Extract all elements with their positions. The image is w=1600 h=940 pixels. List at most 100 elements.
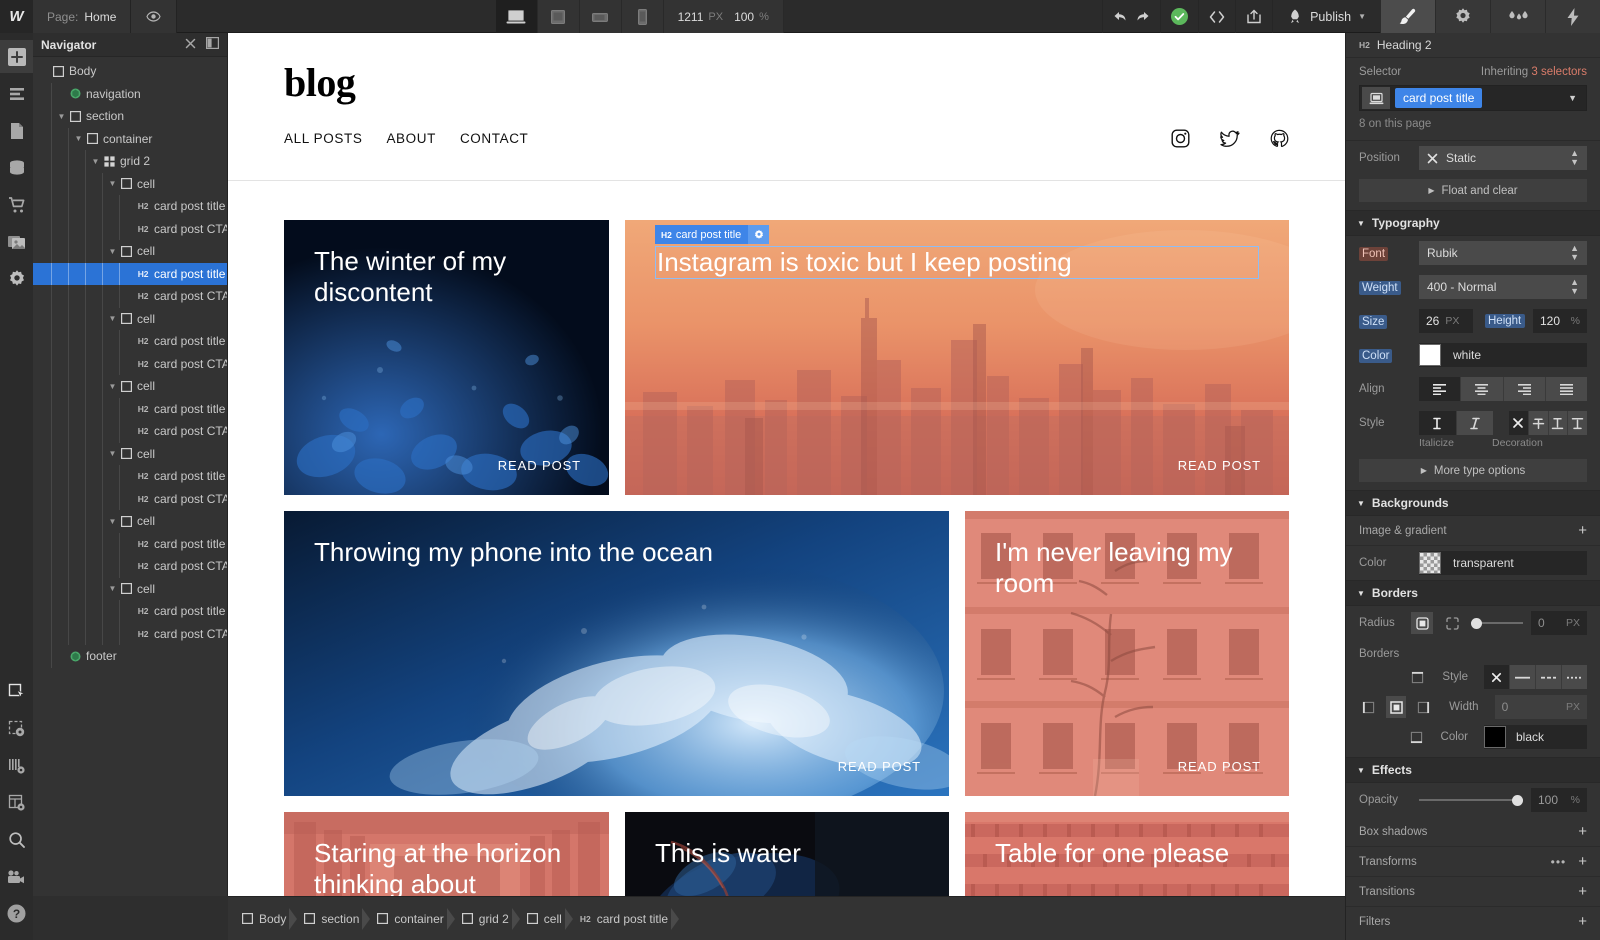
rail-audit[interactable]: [0, 749, 33, 782]
italic-button[interactable]: [1457, 411, 1494, 435]
rail-search[interactable]: [0, 823, 33, 856]
plus-icon[interactable]: +: [1578, 854, 1587, 869]
navigator-node-footer[interactable]: footer: [33, 645, 227, 668]
breadcrumb-item-cell[interactable]: cell: [519, 907, 572, 931]
bg-color-field[interactable]: transparent: [1419, 551, 1587, 575]
caret-down-icon[interactable]: ▼: [73, 134, 84, 143]
border-style-solid-button[interactable]: [1510, 665, 1536, 689]
border-style-none-button[interactable]: [1484, 665, 1510, 689]
navigator-node-card-post-title[interactable]: H2card post title: [33, 600, 227, 623]
rail-preview[interactable]: [0, 712, 33, 745]
blog-card[interactable]: Throwing my phone into the ocean READ PO…: [284, 511, 949, 796]
nav-link-contact[interactable]: CONTACT: [460, 131, 528, 146]
typography-section-header[interactable]: ▼ Typography: [1346, 210, 1600, 236]
card-title[interactable]: Staring at the horizon thinking about: [314, 838, 579, 896]
border-style-dotted-button[interactable]: [1562, 665, 1587, 689]
updown-arrows-icon[interactable]: ▲▼: [1570, 244, 1579, 262]
viewport-size-display[interactable]: 1211 PX 100 %: [664, 0, 784, 33]
navigator-node-cell[interactable]: ▼cell: [33, 510, 227, 533]
viewport-mobile-portrait-button[interactable]: [622, 0, 664, 33]
border-top-icon[interactable]: [1409, 666, 1426, 688]
rail-assets[interactable]: [0, 225, 33, 258]
instagram-icon[interactable]: [1171, 129, 1190, 151]
position-select[interactable]: Static ▲▼: [1419, 146, 1587, 170]
card-cta[interactable]: READ POST: [838, 759, 921, 774]
twitter-icon[interactable]: [1220, 130, 1240, 151]
viewport-mobile-landscape-button[interactable]: [580, 0, 622, 33]
save-status-indicator[interactable]: [1160, 0, 1198, 33]
card-cta[interactable]: READ POST: [1178, 759, 1261, 774]
weight-select[interactable]: 400 - Normal ▲▼: [1419, 275, 1587, 299]
border-color-field[interactable]: black: [1484, 725, 1587, 749]
blog-card-selected[interactable]: H2 card post title Instagram is toxic bu…: [625, 220, 1289, 495]
caret-down-icon[interactable]: ▼: [107, 179, 118, 188]
preview-toggle-button[interactable]: [131, 0, 177, 33]
caret-down-icon[interactable]: ▼: [107, 449, 118, 458]
navigator-node-cell[interactable]: ▼cell: [33, 443, 227, 466]
selection-badge[interactable]: H2 card post title: [655, 225, 769, 244]
plus-icon[interactable]: +: [1578, 914, 1587, 929]
color-swatch[interactable]: [1419, 552, 1441, 574]
card-title[interactable]: This is water: [655, 838, 919, 869]
rail-select-tool[interactable]: [0, 675, 33, 708]
upright-button[interactable]: [1419, 411, 1457, 435]
breadcrumb-item-section[interactable]: section: [296, 907, 369, 931]
rail-guides[interactable]: [0, 786, 33, 819]
navigator-node-card-post-title[interactable]: H2card post title: [33, 465, 227, 488]
card-title[interactable]: Instagram is toxic but I keep posting: [655, 246, 1259, 279]
navigator-node-card-post-title[interactable]: H2card post title: [33, 330, 227, 353]
navigator-node-card-post-CTA[interactable]: H2card post CTA: [33, 488, 227, 511]
plus-icon[interactable]: +: [1578, 824, 1587, 839]
align-left-button[interactable]: [1419, 377, 1461, 401]
font-size-input[interactable]: 26 PX: [1419, 309, 1473, 333]
breadcrumb-item-container[interactable]: container: [369, 907, 453, 931]
card-title[interactable]: I'm never leaving my room: [995, 537, 1259, 599]
navigator-node-cell[interactable]: ▼cell: [33, 308, 227, 331]
navigator-node-cell[interactable]: ▼cell: [33, 173, 227, 196]
navigator-node-navigation[interactable]: navigation: [33, 83, 227, 106]
backgrounds-section-header[interactable]: ▼ Backgrounds: [1346, 490, 1600, 516]
viewport-desktop-button[interactable]: [496, 0, 538, 33]
navigator-node-Body[interactable]: Body: [33, 60, 227, 83]
navigator-node-cell[interactable]: ▼cell: [33, 578, 227, 601]
transforms-row[interactable]: Transforms ••• +: [1346, 847, 1600, 877]
align-center-button[interactable]: [1461, 377, 1503, 401]
line-height-input[interactable]: 120 %: [1533, 309, 1587, 333]
navigator-node-section[interactable]: ▼section: [33, 105, 227, 128]
radius-all-icon[interactable]: [1411, 612, 1433, 634]
tab-effects[interactable]: [1545, 0, 1600, 33]
undo-redo-group[interactable]: [1102, 0, 1160, 33]
rail-cms[interactable]: [0, 151, 33, 184]
selector-class-tag[interactable]: card post title: [1395, 88, 1482, 108]
gear-icon[interactable]: [748, 225, 769, 244]
borders-section-header[interactable]: ▼ Borders: [1346, 580, 1600, 606]
caret-down-icon[interactable]: ▼: [56, 112, 67, 121]
effects-section-header[interactable]: ▼ Effects: [1346, 757, 1600, 783]
navigator-node-card-post-CTA[interactable]: H2card post CTA: [33, 285, 227, 308]
close-icon[interactable]: [185, 38, 196, 52]
border-all-icon[interactable]: [1386, 696, 1405, 718]
navigator-node-cell[interactable]: ▼cell: [33, 240, 227, 263]
navigator-node-card-post-CTA[interactable]: H2card post CTA: [33, 353, 227, 376]
radius-individual-icon[interactable]: [1441, 612, 1463, 634]
rail-project-settings[interactable]: [0, 262, 33, 295]
x-icon[interactable]: [1427, 153, 1438, 164]
navigator-tree[interactable]: Bodynavigation▼section▼container▼grid 2▼…: [33, 57, 227, 896]
github-icon[interactable]: [1270, 129, 1289, 151]
color-swatch[interactable]: [1419, 344, 1441, 366]
blog-card[interactable]: This is water: [625, 812, 949, 896]
border-bottom-icon[interactable]: [1408, 726, 1425, 748]
tab-interactions[interactable]: [1490, 0, 1545, 33]
breadcrumb-item-grid-2[interactable]: grid 2: [454, 907, 519, 931]
code-export-button[interactable]: [1198, 0, 1235, 33]
tab-style[interactable]: [1380, 0, 1435, 33]
rail-help[interactable]: ?: [0, 897, 33, 930]
chevron-down-icon[interactable]: ▼: [1568, 93, 1577, 103]
color-swatch[interactable]: [1484, 726, 1506, 748]
navigator-node-card-post-CTA[interactable]: H2card post CTA: [33, 218, 227, 241]
border-width-input[interactable]: 0 PX: [1495, 695, 1587, 719]
card-title[interactable]: The winter of my discontent: [314, 246, 579, 308]
card-cta[interactable]: READ POST: [1178, 458, 1261, 473]
image-gradient-row[interactable]: Image & gradient +: [1346, 516, 1600, 546]
updown-arrows-icon[interactable]: ▲▼: [1570, 149, 1579, 167]
